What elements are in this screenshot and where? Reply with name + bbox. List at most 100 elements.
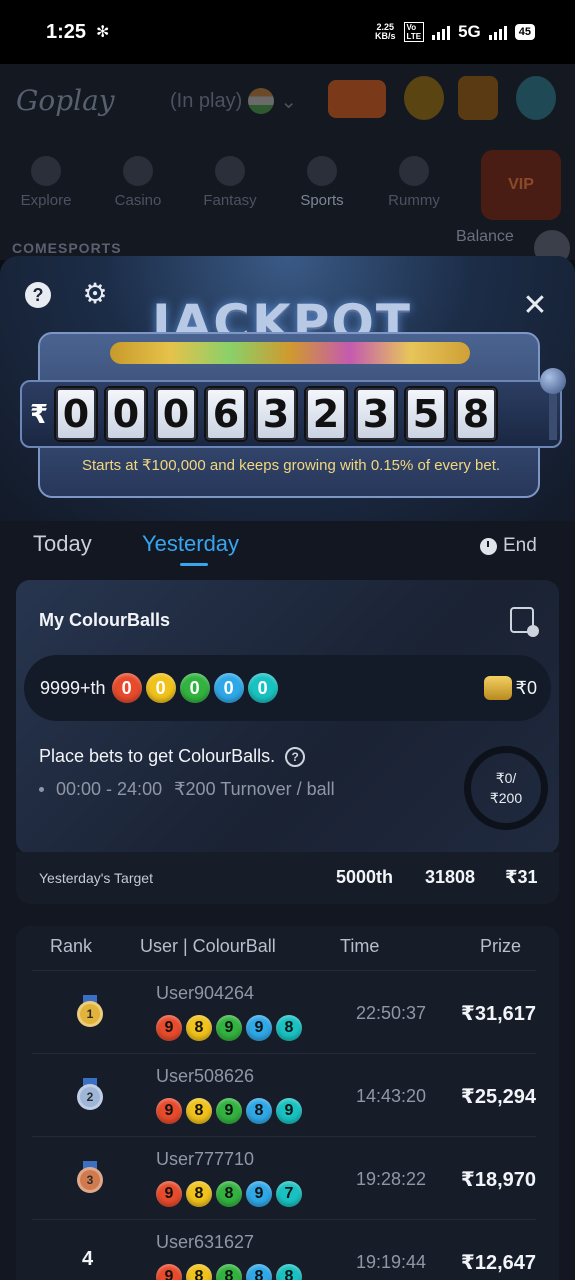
colourball: 9 [216,1098,242,1124]
row-prize: ₹18,970 [460,1169,536,1191]
my-prize: ₹0 [515,677,537,698]
history-icon[interactable] [510,607,539,637]
timer-icon [480,537,497,555]
rule-line: 00:00 - 24:00 ₹200 Turnover / ball [39,779,335,800]
lever-stick [549,390,557,440]
status-bar: 1:25 ✻ 2.25 KB/s Vo LTE 5G 45 [0,0,575,64]
jackpot-digit: 8 [454,386,498,442]
colourball: 8 [216,1181,242,1207]
gift-chest-icon[interactable] [458,76,498,120]
row-username: User777710 [156,1149,255,1169]
jackpot-digit: 3 [354,386,398,442]
gear-icon[interactable]: ⚙ [82,278,108,309]
goplay-logo[interactable]: Goplay [16,84,115,117]
jackpot-digit: 6 [204,386,248,442]
jackpot-digit: 3 [254,386,298,442]
close-icon[interactable]: ✕ [522,289,548,322]
colourball: 9 [156,1098,182,1124]
medal-disc: 2 [77,1084,103,1110]
fan-icon: ✻ [96,24,110,41]
jackpot-hero: ? ⚙ ✕ JACKPOT ₹ 000632358 Starts at ₹100… [0,256,575,521]
jackpot-tagline: Starts at ₹100,000 and keeps growing wit… [81,457,501,474]
question-icon[interactable]: ? [285,746,306,767]
nav-casino[interactable]: Casino [92,156,184,209]
colourball: 7 [276,1181,302,1207]
colourball: 8 [186,1264,212,1280]
rule-hours: 00:00 - 24:00 [56,779,163,799]
tab-active-underline [180,563,208,566]
colourball: 8 [216,1264,242,1280]
colourball: 8 [276,1015,302,1041]
leaderboard-row[interactable]: 1 User904264 9 8 9 9 8 22:50:37 ₹31,617 [32,970,536,1053]
wallet-button[interactable] [328,80,386,118]
colourball: 9 [216,1015,242,1041]
support-agent-icon[interactable] [516,76,556,120]
nav-sports[interactable]: Sports [276,156,368,209]
jackpot-digit: 0 [104,386,148,442]
rummy-icon [399,156,429,186]
colourball: 9 [156,1264,182,1280]
leaderboard-row[interactable]: 3 User777710 9 8 8 9 7 19:28:22 ₹18,970 [32,1136,536,1219]
jackpot-machine: ₹ 000632358 Starts at ₹100,000 and keeps… [20,332,562,498]
colourball: 8 [276,1264,302,1280]
jackpot-counter: ₹ 000632358 [20,380,562,448]
leaderboard-header: Rank User | ColourBall Time Prize [16,936,559,972]
colourball: 0 [247,673,278,703]
help-icon[interactable]: ? [25,282,51,308]
network-type: 5G [458,22,481,41]
signal-bars-2-icon [488,24,507,40]
colourball: 8 [246,1098,272,1124]
header-time: Time [340,936,380,956]
treasure-pot-icon[interactable] [404,76,444,120]
nav-rummy-label: Rummy [388,192,440,209]
tab-yesterday[interactable]: Yesterday [142,531,239,557]
row-time: 22:50:37 [356,1003,427,1023]
row-username: User904264 [156,983,255,1003]
colourball: 9 [276,1098,302,1124]
nav-rummy[interactable]: Rummy [368,156,460,209]
progress-target: ₹200 [489,790,523,806]
bullet-dot [39,787,44,792]
network-speed: 2.25 KB/s [375,23,396,41]
target-rank: 5000th [336,867,394,887]
leaderboard-row[interactable]: 2 User508626 9 8 9 8 9 14:43:20 ₹25,294 [32,1053,536,1136]
status-time: 1:25 [46,20,87,43]
tab-today[interactable]: Today [33,531,92,557]
turnover-progress-ring: ₹0/ ₹200 [464,746,548,830]
colourball: 8 [186,1181,212,1207]
header-user: User | ColourBall [140,936,276,956]
colourball: 9 [156,1181,182,1207]
nav-explore[interactable]: Explore [0,156,92,209]
place-bets-note: Place bets to get ColourBalls. ? [39,746,306,767]
chevron-down-icon: ⌄ [280,90,298,113]
rank-medal-icon: 3 [77,1161,103,1193]
header-prize: Prize [480,936,522,956]
my-rank-row: 9999+th 0 0 0 0 0 ₹0 [24,655,551,721]
jackpot-digit: 0 [54,386,98,442]
colourball: 8 [186,1098,212,1124]
day-tabs: Today Yesterday End [0,521,575,579]
yesterday-target-row: Yesterday's Target 5000th 31808 ₹31 [16,852,559,904]
in-play-selector[interactable]: (In play) ⌄ [170,88,297,114]
nav-fantasy-label: Fantasy [203,192,257,209]
medal-disc: 3 [77,1167,103,1193]
comesports-logo: COMESPORTS [12,240,122,256]
colourball: 0 [111,673,142,703]
signal-bars-icon [432,24,451,40]
rank-medal-icon: 1 [77,995,103,1027]
row-prize: ₹31,617 [460,1003,536,1025]
colourball: 9 [156,1015,182,1041]
page-root: 1:25 ✻ 2.25 KB/s Vo LTE 5G 45 Goplay (In … [0,0,575,1280]
leaderboard-row[interactable]: 4 User631627 9 8 8 8 8 19:19:44 ₹12,647 [32,1219,536,1280]
nav-fantasy[interactable]: Fantasy [184,156,276,209]
explore-icon [31,156,61,186]
row-username: User631627 [156,1232,255,1252]
coins-gems-decoration [110,342,470,364]
row-prize: ₹12,647 [460,1252,536,1274]
place-bets-text: Place bets to get ColourBalls. [39,746,276,766]
vip-badge[interactable]: VIP [481,150,561,220]
my-colourballs-title: My ColourBalls [39,610,171,630]
progress-current: ₹0/ [495,770,517,786]
network-speed-unit: KB/s [375,31,396,41]
colourball: 0 [145,673,176,703]
